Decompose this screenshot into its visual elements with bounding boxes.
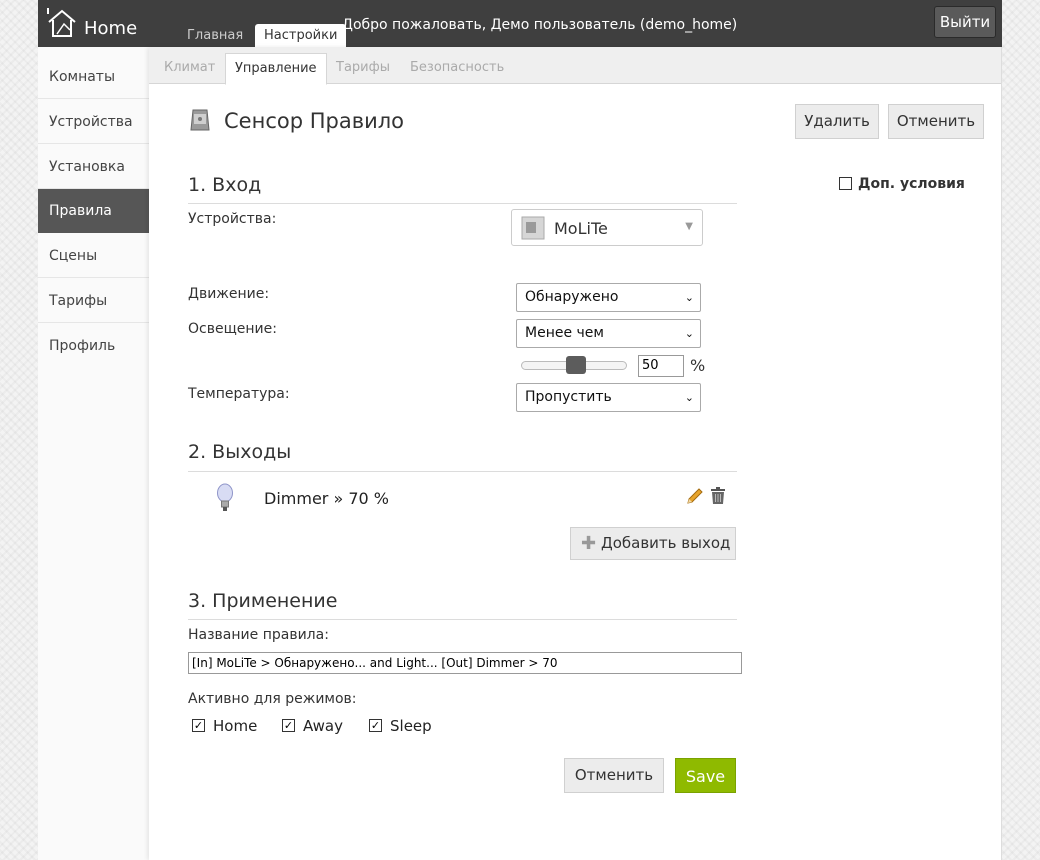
outputs-heading: 2. Выходы — [188, 441, 292, 463]
subtab-climate[interactable]: Климат — [155, 53, 224, 83]
cancel-top-button[interactable]: Отменить — [888, 104, 984, 139]
divider — [188, 619, 737, 620]
logout-button[interactable]: Выйти — [934, 6, 996, 38]
sensor-icon — [190, 109, 210, 131]
sidebar-item-scenes[interactable]: Сцены — [38, 234, 149, 278]
sidebar-item-tariffs[interactable]: Тарифы — [38, 279, 149, 323]
device-icon — [521, 216, 545, 240]
add-output-label: Добавить выход — [601, 534, 731, 552]
sidebar-item-setup[interactable]: Установка — [38, 145, 149, 189]
chevron-down-icon: ⌄ — [684, 291, 694, 304]
device-select[interactable]: MoLiTe ▼ — [511, 209, 703, 246]
sidebar-item-profile[interactable]: Профиль — [38, 324, 149, 368]
divider — [188, 471, 737, 472]
temperature-select-value: Пропустить — [525, 389, 612, 405]
page-title: Сенсор Правило — [224, 109, 404, 133]
light-select[interactable]: Менее чем ⌄ — [516, 319, 701, 348]
subtab-security[interactable]: Безопасность — [401, 53, 513, 83]
extra-conditions-checkbox[interactable] — [839, 177, 852, 190]
rule-name-label: Название правила: — [188, 627, 329, 643]
subtab-tariffs[interactable]: Тарифы — [327, 53, 399, 83]
welcome-text: Добро пожаловать, Демо пользователь (dem… — [342, 17, 738, 33]
light-label: Освещение: — [188, 321, 277, 337]
tab-main[interactable]: Главная — [178, 24, 252, 47]
modes-label: Активно для режимов: — [188, 691, 357, 707]
input-heading: 1. Вход — [188, 174, 262, 196]
output-item: Dimmer » 70 % — [264, 489, 389, 508]
temperature-label: Температура: — [188, 386, 290, 402]
mode-sleep-checkbox[interactable]: ✓ — [369, 719, 382, 732]
add-output-button[interactable]: ✚ Добавить выход — [570, 527, 736, 560]
mode-away-label: Away — [303, 717, 343, 735]
light-percent-input[interactable]: 50 — [638, 355, 684, 377]
save-button[interactable]: Save — [675, 758, 736, 793]
mode-away-checkbox[interactable]: ✓ — [282, 719, 295, 732]
devices-label: Устройства: — [188, 211, 277, 227]
divider — [188, 203, 737, 204]
temperature-select[interactable]: Пропустить ⌄ — [516, 383, 701, 412]
logo-text[interactable]: Home — [84, 18, 137, 39]
bulb-icon — [217, 483, 233, 511]
sidebar-item-devices[interactable]: Устройства — [38, 100, 149, 144]
extra-conditions-label: Доп. условия — [858, 176, 965, 192]
apply-heading: 3. Применение — [188, 590, 338, 612]
sidebar: Комнаты Устройства Установка Правила Сце… — [38, 47, 150, 860]
pencil-icon[interactable] — [686, 487, 704, 505]
home-logo-icon[interactable] — [46, 8, 78, 38]
mode-sleep-label: Sleep — [390, 717, 432, 735]
sidebar-item-rooms[interactable]: Комнаты — [38, 55, 149, 99]
delete-button[interactable]: Удалить — [795, 104, 879, 139]
light-select-value: Менее чем — [525, 325, 604, 341]
light-unit: % — [690, 356, 706, 375]
chevron-down-icon: ⌄ — [684, 391, 694, 404]
rule-name-input[interactable]: [In] MoLiTe > Обнаружено... and Light...… — [188, 652, 742, 674]
chevron-down-icon: ⌄ — [684, 327, 694, 340]
motion-select-value: Обнаружено — [525, 289, 619, 305]
motion-select[interactable]: Обнаружено ⌄ — [516, 283, 701, 312]
chevron-down-icon: ▼ — [685, 221, 693, 232]
light-slider-handle[interactable] — [566, 356, 586, 374]
device-select-value: MoLiTe — [554, 219, 608, 238]
mode-home-label: Home — [213, 717, 258, 735]
sidebar-item-rules[interactable]: Правила — [38, 189, 149, 233]
tab-settings[interactable]: Настройки — [255, 24, 347, 47]
mode-home-checkbox[interactable]: ✓ — [192, 719, 205, 732]
plus-icon: ✚ — [581, 533, 597, 554]
subtab-control[interactable]: Управление — [225, 53, 327, 85]
cancel-button[interactable]: Отменить — [564, 758, 664, 793]
motion-label: Движение: — [188, 286, 270, 302]
trash-icon[interactable] — [710, 487, 726, 505]
